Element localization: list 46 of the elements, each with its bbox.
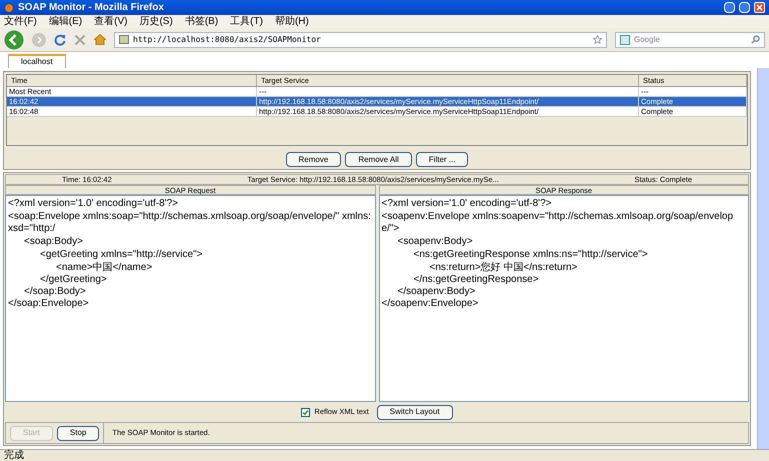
stop-icon[interactable] [74, 34, 86, 46]
xml-line: <getGreeting xmlns="http://service"> [40, 249, 204, 261]
xml-line: <soapenv:Envelope xmlns:soapenv="http://schemas.xmlsoap.org/soap/envelope/"> [382, 211, 734, 235]
menu-item[interactable]: 历史(S) [139, 16, 173, 26]
back-icon[interactable] [4, 30, 24, 50]
xml-line: <ns:return>您好 中国</ns:return> [430, 262, 578, 274]
address-field[interactable]: http://localhost:8080/axis2/SOAPMonitor [114, 32, 607, 48]
window-title: SOAP Monitor - Mozilla Firefox [18, 1, 164, 15]
xml-line: </soapenv:Envelope> [382, 298, 480, 310]
xml-line: </soap:Envelope> [8, 298, 90, 310]
xml-line: <?xml version='1.0' encoding='utf-8'?> [382, 198, 552, 210]
table-button[interactable]: Remove [286, 152, 342, 167]
home-icon[interactable] [94, 34, 106, 45]
xml-line: <soap:Envelope xmlns:soap="http://schemas.xmlsoap.org/soap/envelope/" xmlns:xsd="http:/ [8, 211, 372, 235]
switch-layout-button[interactable]: Switch Layout [376, 404, 453, 420]
xml-text-area[interactable] [378, 195, 749, 402]
xml-line: <ns:getGreetingResponse xmlns:ns="http://service"> [414, 249, 649, 261]
xml-line: <soapenv:Body> [398, 236, 474, 248]
reload-icon[interactable] [54, 34, 66, 46]
xml-line: </soapenv:Body> [398, 286, 476, 298]
control-button[interactable]: Stop [56, 426, 100, 440]
xml-line: <soap:Body> [24, 236, 84, 248]
search-icon[interactable] [751, 35, 760, 44]
page-icon [119, 35, 129, 44]
menu-item[interactable]: 工具(T) [230, 16, 263, 26]
table-button[interactable]: Filter ... [416, 152, 468, 167]
table-button[interactable]: Remove All [345, 152, 412, 167]
menu-item[interactable]: 查看(V) [94, 16, 128, 26]
xml-line: </getGreeting> [40, 274, 108, 286]
browser-tab[interactable]: localhost [8, 54, 66, 68]
xml-text-area[interactable] [5, 195, 376, 402]
menu-item[interactable]: 帮助(H) [274, 16, 309, 26]
xml-line: <?xml version='1.0' encoding='utf-8'?> [8, 198, 179, 210]
menu-item[interactable]: 文件(F) [4, 16, 37, 26]
status-bar-text: 完成 [4, 450, 24, 460]
menu-item[interactable]: 编辑(E) [48, 16, 82, 26]
xml-line: <name>中国</name> [56, 262, 154, 274]
search-field[interactable]: Google [634, 34, 747, 46]
search-box[interactable]: Google [615, 32, 765, 48]
xml-line: </ns:getGreetingResponse> [414, 274, 540, 286]
close-icon[interactable] [754, 2, 765, 13]
scrollbar[interactable] [757, 68, 769, 449]
star-icon[interactable] [593, 35, 602, 44]
menu-item[interactable]: 书签(B) [184, 16, 218, 26]
xml-line: </soap:Body> [24, 286, 87, 298]
checkbox[interactable] [301, 408, 310, 416]
